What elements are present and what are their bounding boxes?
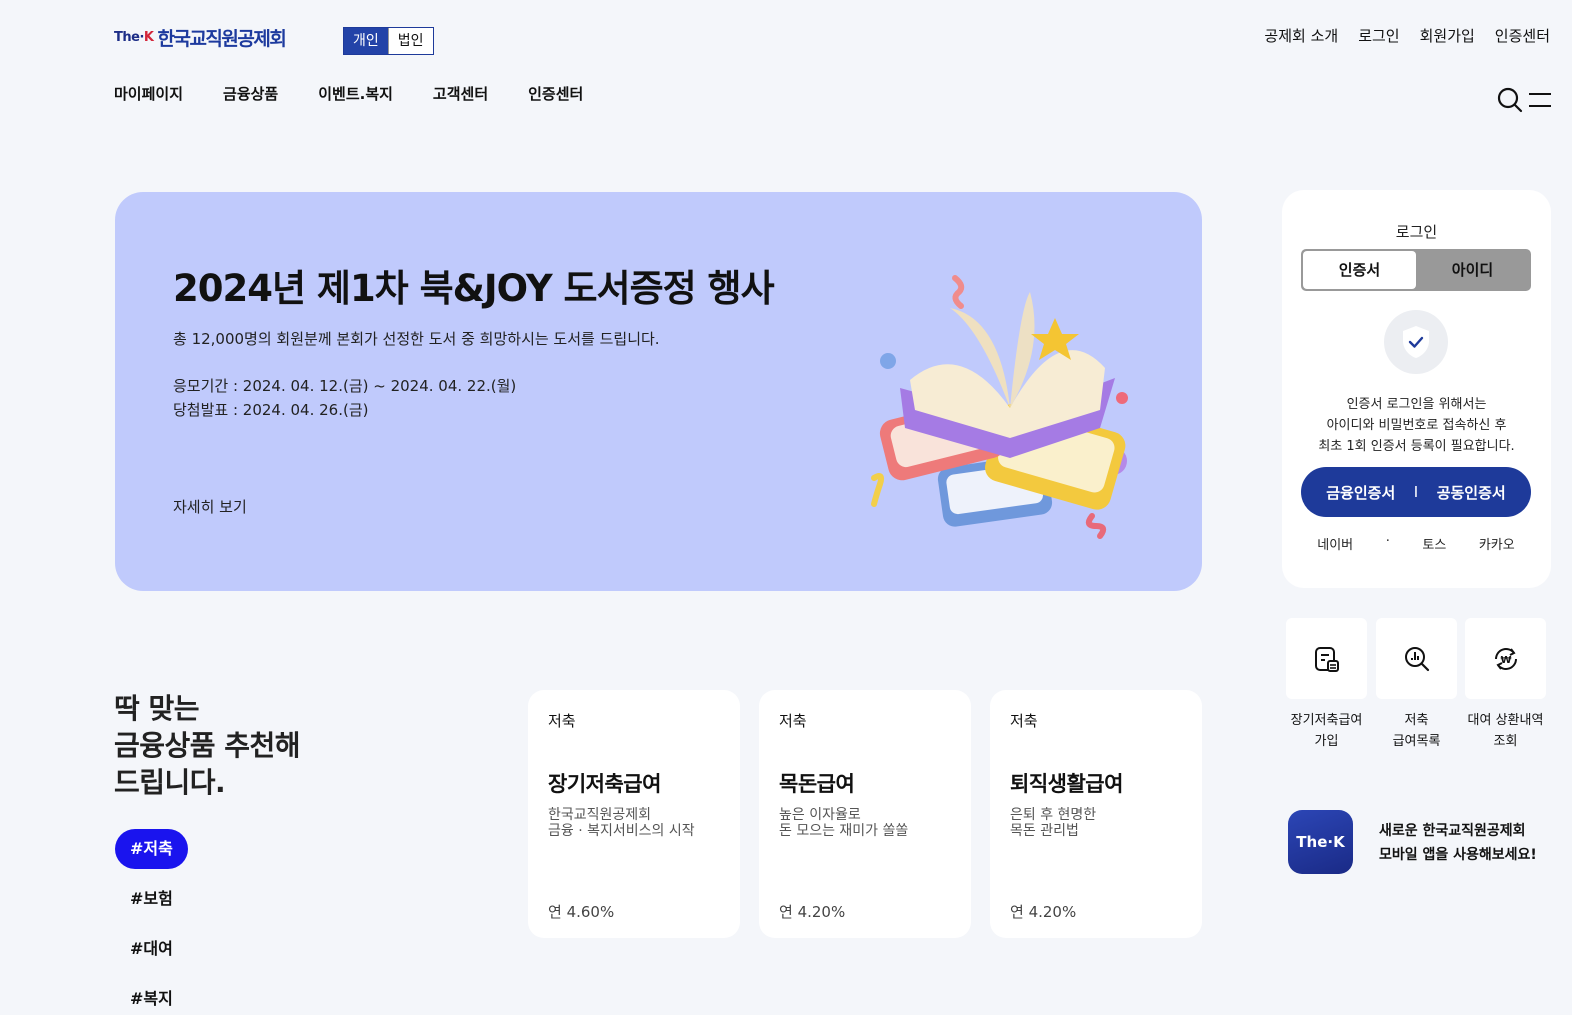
product-card[interactable]: 저축 퇴직생활급여 은퇴 후 현명한 목돈 관리법 연 4.20% <box>990 690 1202 938</box>
app-icon-k: K <box>1333 833 1345 851</box>
social-login: 네이버 · 토스 카카오 <box>1301 534 1531 553</box>
certificate-login-buttons: 금융인증서 I 공동인증서 <box>1301 467 1531 517</box>
product-card[interactable]: 저축 장기저축급여 한국교직원공제회 금융 · 복지서비스의 시작 연 4.60… <box>528 690 740 938</box>
product-description: 한국교직원공제회 금융 · 복지서비스의 시작 <box>548 807 695 839</box>
kakao-login[interactable]: 카카오 <box>1479 534 1515 553</box>
utility-nav: 공제회 소개 로그인 회원가입 인증센터 <box>1264 25 1550 46</box>
product-rate: 연 4.20% <box>779 903 846 921</box>
tag-savings[interactable]: #저축 <box>115 829 188 869</box>
document-coin-icon <box>1314 646 1339 672</box>
product-category: 저축 <box>779 712 807 730</box>
logo-mark-the: The <box>114 30 140 45</box>
product-description: 은퇴 후 현명한 목돈 관리법 <box>1010 807 1097 839</box>
recommend-heading: 딱 맞는 금융상품 추천해 드립니다. <box>114 690 301 801</box>
recommend-heading-line: 딱 맞는 <box>114 692 200 725</box>
login-description: 인증서 로그인을 위해서는 아이디와 비밀번호로 접속하신 후 최초 1회 인증… <box>1282 394 1551 457</box>
app-promo-line2: 모바일 앱을 사용해보세요! <box>1379 847 1537 863</box>
product-rate: 연 4.60% <box>548 903 615 921</box>
login-desc-line: 아이디와 비밀번호로 접속하신 후 <box>1326 418 1507 433</box>
shield-check-icon <box>1384 310 1448 374</box>
financial-cert-button[interactable]: 금융인증서 <box>1326 482 1395 503</box>
books-illustration <box>871 275 1128 539</box>
quick-menu-label: 저축 급여목록 <box>1392 713 1441 749</box>
quick-menu-loan-repayment[interactable]: ₩ 대여 상환내역 조회 <box>1465 618 1546 752</box>
logo-text: 한국교직원공제회 <box>157 28 286 50</box>
banner-dates: 응모기간 : 2024. 04. 12.(금) ~ 2024. 04. 22.(… <box>173 374 516 422</box>
recommend-heading-line: 금융상품 추천해 <box>114 729 301 762</box>
recommend-heading-line: 드립니다. <box>114 766 226 799</box>
login-method-tabs: 인증서 아이디 <box>1301 249 1531 291</box>
member-type-toggle: 개인 법인 <box>343 27 434 55</box>
util-signup[interactable]: 회원가입 <box>1420 25 1475 46</box>
banner-announce: 당첨발표 : 2024. 04. 26.(금) <box>173 401 369 419</box>
product-rate: 연 4.20% <box>1010 903 1077 921</box>
toss-login[interactable]: 토스 <box>1422 534 1446 553</box>
login-panel: 로그인 인증서 아이디 인증서 로그인을 위해서는 아이디와 비밀번호로 접속하… <box>1282 190 1551 588</box>
main-nav: 마이페이지 금융상품 이벤트.복지 고객센터 인증센터 <box>114 83 583 104</box>
nav-mypage[interactable]: 마이페이지 <box>114 83 183 104</box>
product-name: 퇴직생활급여 <box>1010 772 1123 796</box>
naver-login[interactable]: 네이버 <box>1317 534 1353 553</box>
toggle-corporate[interactable]: 법인 <box>387 28 433 54</box>
event-banner[interactable]: 2024년 제1차 북&JOY 도서증정 행사 총 12,000명의 회원분께 … <box>115 192 1202 591</box>
app-icon-the: The <box>1296 833 1328 851</box>
nav-events-welfare[interactable]: 이벤트.복지 <box>318 83 393 104</box>
util-about[interactable]: 공제회 소개 <box>1264 25 1338 46</box>
util-login[interactable]: 로그인 <box>1358 25 1399 46</box>
login-desc-line: 최초 1회 인증서 등록이 필요합니다. <box>1318 439 1515 454</box>
tag-insurance[interactable]: #보험 <box>115 879 188 919</box>
banner-subtitle: 총 12,000명의 회원분께 본회가 선정한 도서 중 희망하시는 도서를 드… <box>173 330 660 348</box>
header-tools <box>1496 86 1552 114</box>
logo-mark-k: K <box>143 30 154 45</box>
quick-menu-label: 대여 상환내역 조회 <box>1467 713 1544 749</box>
product-card[interactable]: 저축 목돈급여 높은 이자율로 돈 모으는 재미가 쏠쏠 연 4.20% <box>759 690 971 938</box>
search-coin-icon <box>1404 646 1429 671</box>
mobile-app-icon[interactable]: The · K <box>1288 810 1353 874</box>
quick-menu-savings-list[interactable]: 저축 급여목록 <box>1376 618 1457 752</box>
site-logo[interactable]: The·K 한국교직원공제회 <box>114 24 287 51</box>
product-description: 높은 이자율로 돈 모으는 재미가 쏠쏠 <box>779 807 909 839</box>
login-title: 로그인 <box>1395 223 1438 241</box>
app-promo-line1: 새로운 한국교직원공제회 <box>1379 823 1526 839</box>
refresh-won-icon: ₩ <box>1494 647 1517 670</box>
tag-welfare[interactable]: #복지 <box>115 979 188 1015</box>
social-separator: · <box>1385 534 1390 549</box>
search-icon[interactable] <box>1496 86 1524 114</box>
svg-text:₩: ₩ <box>1500 655 1511 666</box>
product-name: 목돈급여 <box>779 772 855 796</box>
tag-loan[interactable]: #대여 <box>115 929 188 969</box>
tab-id[interactable]: 아이디 <box>1416 251 1529 289</box>
product-category: 저축 <box>548 712 576 730</box>
app-promo-text[interactable]: 새로운 한국교직원공제회 모바일 앱을 사용해보세요! <box>1379 819 1537 867</box>
banner-more-link[interactable]: 자세히 보기 <box>173 496 247 517</box>
banner-title: 2024년 제1차 북&JOY 도서증정 행사 <box>173 267 775 310</box>
banner-period: 응모기간 : 2024. 04. 12.(금) ~ 2024. 04. 22.(… <box>173 377 517 395</box>
nav-customer-center[interactable]: 고객센터 <box>433 83 488 104</box>
tab-certificate[interactable]: 인증서 <box>1303 251 1416 289</box>
nav-cert-center[interactable]: 인증센터 <box>528 83 583 104</box>
quick-menu-long-term-savings[interactable]: 장기저축급여 가입 <box>1286 618 1367 752</box>
util-cert-center[interactable]: 인증센터 <box>1495 25 1550 46</box>
public-cert-button[interactable]: 공동인증서 <box>1437 482 1506 503</box>
quick-menu-label: 장기저축급여 가입 <box>1290 713 1363 749</box>
menu-icon[interactable] <box>1526 87 1552 113</box>
nav-financial-products[interactable]: 금융상품 <box>223 83 278 104</box>
product-name: 장기저축급여 <box>548 772 661 796</box>
toggle-personal[interactable]: 개인 <box>344 28 388 54</box>
cert-divider: I <box>1413 483 1419 501</box>
product-category: 저축 <box>1010 712 1038 730</box>
login-desc-line: 인증서 로그인을 위해서는 <box>1346 397 1487 412</box>
